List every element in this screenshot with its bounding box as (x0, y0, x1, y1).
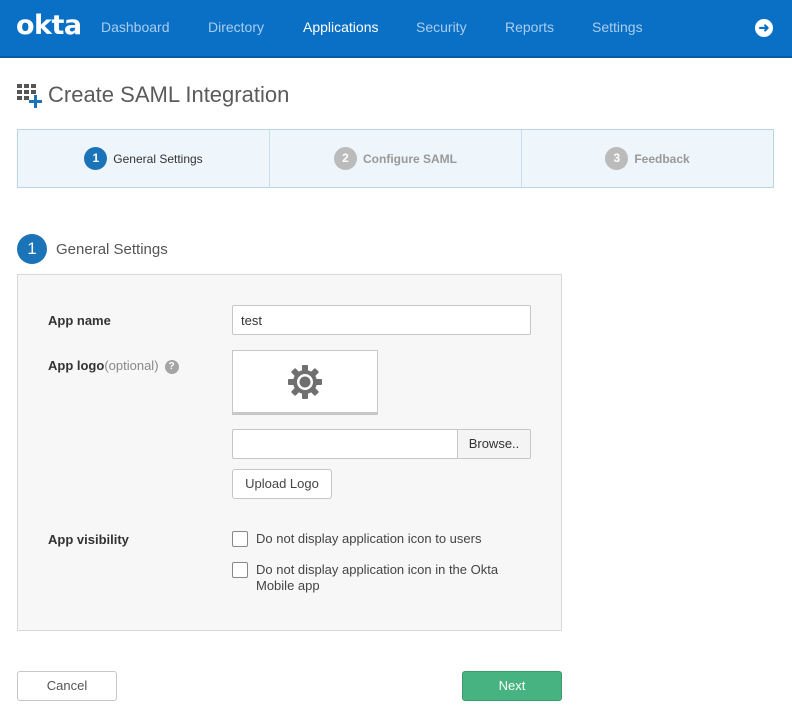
hide-icon-in-mobile-label-line-2: Mobile app (256, 578, 320, 593)
gear-icon (288, 364, 322, 399)
okta-logo[interactable]: okta (16, 10, 82, 41)
app-name-label: App name (48, 313, 111, 328)
step-label: Configure SAML (363, 151, 457, 166)
app-logo-preview (232, 350, 378, 413)
step-number: 3 (605, 147, 629, 170)
hide-icon-in-mobile-label-line-1: Do not display application icon in the O… (256, 562, 499, 577)
app-logo-label: App logo(optional)? (48, 358, 179, 374)
logo-file-path-field[interactable] (232, 429, 458, 459)
step-label: General Settings (113, 151, 203, 166)
app-visibility-label: App visibility (48, 532, 129, 547)
step-label: Feedback (634, 151, 690, 166)
wizard-step-feedback[interactable]: 3 Feedback (522, 130, 773, 187)
hide-icon-from-users-checkbox[interactable] (232, 531, 248, 547)
nav-item-dashboard[interactable]: Dashboard (101, 19, 170, 35)
arrow-right-circle-icon[interactable]: ➜ (755, 19, 773, 37)
nav-item-directory[interactable]: Directory (208, 19, 264, 35)
browse-button[interactable]: Browse.. (457, 429, 531, 459)
app-logo-label-text: App logo (48, 358, 105, 373)
nav-item-applications[interactable]: Applications (303, 19, 379, 35)
section-number: 1 (17, 234, 47, 264)
app-name-input[interactable] (232, 305, 531, 335)
help-icon[interactable]: ? (164, 360, 179, 374)
optional-hint: (optional) (104, 358, 159, 373)
step-number: 1 (84, 147, 108, 170)
cancel-button[interactable]: Cancel (17, 671, 117, 701)
grid-add-icon (17, 84, 42, 108)
hide-icon-from-users-label: Do not display application icon to users (256, 531, 482, 546)
next-button[interactable]: Next (462, 671, 562, 701)
wizard-step-configure-saml[interactable]: 2 Configure SAML (270, 130, 522, 187)
page-title: Create SAML Integration (48, 82, 290, 107)
step-number: 2 (334, 147, 357, 170)
hide-icon-in-mobile-checkbox[interactable] (232, 562, 248, 578)
upload-logo-button[interactable]: Upload Logo (232, 469, 332, 499)
nav-item-settings[interactable]: Settings (592, 19, 643, 35)
wizard-step-general-settings[interactable]: 1 General Settings (18, 130, 270, 187)
top-nav-bar: okta Dashboard Directory Applications Se… (0, 0, 792, 58)
nav-item-reports[interactable]: Reports (505, 19, 554, 35)
section-title: General Settings (56, 241, 168, 258)
nav-item-security[interactable]: Security (416, 19, 467, 35)
wizard-steps: 1 General Settings 2 Configure SAML 3 Fe… (17, 129, 774, 188)
